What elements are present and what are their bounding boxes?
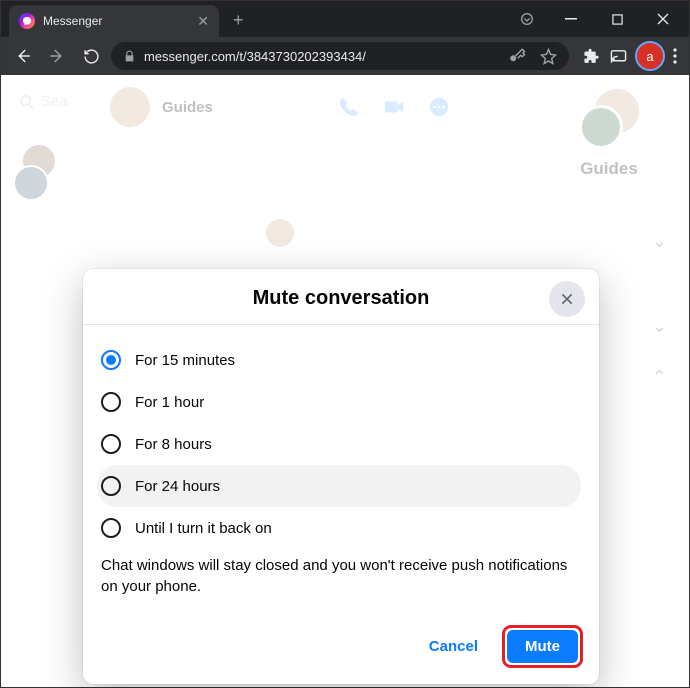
app-area: Sea Guides Guides ⌄ ⌄ bbox=[1, 75, 689, 687]
mute-option-8h[interactable]: For 8 hours bbox=[101, 423, 581, 465]
url-text: messenger.com/t/3843730202393434/ bbox=[144, 49, 366, 64]
window-close-button[interactable] bbox=[641, 5, 685, 33]
radio-icon bbox=[101, 392, 121, 412]
window-maximize-button[interactable] bbox=[595, 5, 639, 33]
cast-icon[interactable] bbox=[610, 48, 627, 65]
browser-tab[interactable]: Messenger ✕ bbox=[9, 5, 219, 37]
back-button[interactable] bbox=[9, 42, 37, 70]
modal-description: Chat windows will stay closed and you wo… bbox=[101, 549, 581, 609]
profile-avatar[interactable]: a bbox=[637, 43, 663, 69]
radio-label: For 24 hours bbox=[135, 478, 220, 495]
forward-button[interactable] bbox=[43, 42, 71, 70]
radio-icon bbox=[101, 434, 121, 454]
tab-dropdown-icon[interactable] bbox=[519, 11, 547, 27]
cancel-button[interactable]: Cancel bbox=[415, 630, 492, 663]
mute-conversation-modal: Mute conversation For 15 minutes For 1 h… bbox=[83, 269, 599, 684]
mute-option-24h[interactable]: For 24 hours bbox=[97, 465, 581, 507]
mute-option-forever[interactable]: Until I turn it back on bbox=[101, 507, 581, 549]
extensions-icon[interactable] bbox=[583, 48, 600, 65]
address-omnibox[interactable]: messenger.com/t/3843730202393434/ bbox=[111, 42, 569, 70]
tab-title: Messenger bbox=[43, 14, 102, 28]
mute-button-highlight: Mute bbox=[502, 625, 583, 668]
radio-label: For 15 minutes bbox=[135, 352, 235, 369]
radio-icon bbox=[101, 518, 121, 538]
messenger-icon bbox=[19, 13, 35, 29]
radio-label: For 1 hour bbox=[135, 394, 204, 411]
mute-option-1h[interactable]: For 1 hour bbox=[101, 381, 581, 423]
new-tab-button[interactable]: + bbox=[219, 10, 254, 37]
mute-button[interactable]: Mute bbox=[507, 630, 578, 663]
radio-label: Until I turn it back on bbox=[135, 520, 272, 537]
radio-label: For 8 hours bbox=[135, 436, 212, 453]
lock-icon bbox=[123, 50, 136, 63]
browser-address-bar: messenger.com/t/3843730202393434/ a bbox=[1, 37, 689, 75]
tab-close-icon[interactable]: ✕ bbox=[197, 13, 209, 30]
menu-icon[interactable] bbox=[673, 48, 677, 64]
mute-option-15m[interactable]: For 15 minutes bbox=[101, 339, 581, 381]
radio-icon bbox=[101, 350, 121, 370]
browser-titlebar: Messenger ✕ + bbox=[1, 1, 689, 37]
modal-title: Mute conversation bbox=[103, 287, 579, 310]
radio-icon bbox=[101, 476, 121, 496]
star-icon[interactable] bbox=[540, 48, 557, 65]
reload-button[interactable] bbox=[77, 42, 105, 70]
key-icon[interactable] bbox=[508, 47, 526, 65]
window-minimize-button[interactable] bbox=[549, 5, 593, 33]
modal-close-button[interactable] bbox=[549, 281, 585, 317]
